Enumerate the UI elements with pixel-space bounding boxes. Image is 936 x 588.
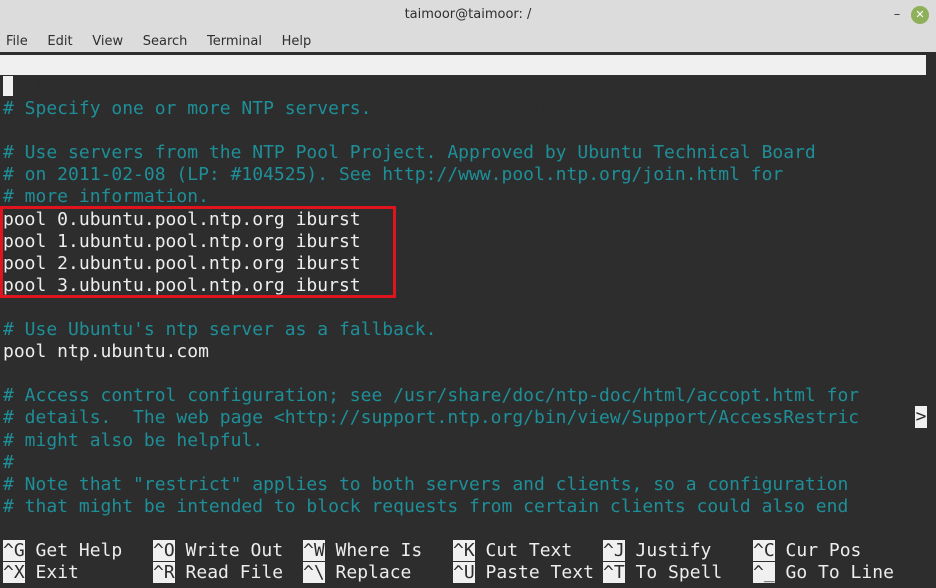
- shortcut-key: ^G: [3, 540, 25, 561]
- shortcut-key: ^_: [753, 562, 775, 583]
- shortcut-label: Get Help: [35, 540, 123, 561]
- shortcut-label: Go To Line: [785, 562, 894, 583]
- menu-bar: File Edit View Search Terminal Help: [0, 30, 936, 52]
- shortcut-item[interactable]: ^K Cut Text: [453, 540, 572, 562]
- window-title: taimoor@taimoor: /: [404, 7, 532, 22]
- comment-line: #: [3, 451, 14, 473]
- shortcut-label: To Spell: [635, 562, 723, 583]
- text-cursor: [3, 76, 13, 96]
- shortcut-label: Justify: [635, 540, 712, 561]
- shortcut-item[interactable]: ^\ Replace: [303, 562, 411, 584]
- shortcut-key: ^J: [603, 540, 625, 561]
- shortcut-key: ^W: [303, 540, 325, 561]
- shortcut-item[interactable]: ^U Paste Text: [453, 562, 594, 584]
- nano-filename: /etc/ntp.conf: [408, 94, 549, 115]
- comment-line: # that might be intended to block reques…: [3, 495, 849, 517]
- shortcut-key: ^T: [603, 562, 625, 583]
- terminal-window: taimoor@taimoor: / – ✕ File Edit View Se…: [0, 0, 936, 588]
- menu-terminal[interactable]: Terminal: [203, 33, 266, 51]
- shortcut-label: Write Out: [185, 540, 284, 561]
- shortcut-label: Paste Text: [485, 562, 594, 583]
- comment-line: # details. The web page <http://support.…: [3, 407, 860, 429]
- shortcut-key: ^K: [453, 540, 475, 561]
- shortcut-item[interactable]: ^W Where Is: [303, 540, 422, 562]
- close-icon[interactable]: ✕: [911, 6, 929, 24]
- config-line: pool ntp.ubuntu.com: [3, 341, 209, 363]
- nano-version: GNU nano 4.8: [26, 74, 157, 95]
- shortcut-item[interactable]: ^O Write Out: [153, 540, 283, 562]
- terminal-content[interactable]: GNU nano 4.8 /etc/ntp.conf # Specify one…: [0, 52, 936, 588]
- shortcut-label: Cur Pos: [785, 540, 862, 561]
- comment-line: # Access control configuration; see /usr…: [3, 385, 860, 407]
- menu-file[interactable]: File: [2, 33, 32, 51]
- line-truncation-marker: >: [915, 406, 927, 428]
- shortcut-key: ^C: [753, 540, 775, 561]
- shortcut-key: ^X: [3, 562, 25, 583]
- menu-help[interactable]: Help: [278, 33, 316, 51]
- minimize-icon[interactable]: –: [888, 6, 906, 24]
- shortcut-label: Cut Text: [485, 540, 573, 561]
- shortcut-item[interactable]: ^C Cur Pos: [753, 540, 861, 562]
- shortcut-item[interactable]: ^J Justify: [603, 540, 711, 562]
- shortcut-label: Exit: [35, 562, 79, 583]
- shortcut-key: ^O: [153, 540, 175, 561]
- menu-search[interactable]: Search: [139, 33, 192, 51]
- shortcut-item[interactable]: ^_ Go To Line: [753, 562, 894, 584]
- comment-line: # Specify one or more NTP servers.: [3, 98, 372, 119]
- shortcut-key: ^U: [453, 562, 475, 583]
- title-bar[interactable]: taimoor@taimoor: / – ✕: [0, 0, 936, 31]
- shortcut-label: Read File: [185, 562, 284, 583]
- comment-line: # Note that "restrict" applies to both s…: [3, 473, 849, 495]
- nano-header: GNU nano 4.8 /etc/ntp.conf: [0, 55, 926, 115]
- highlight-box: [0, 206, 396, 298]
- comment-line: # Use Ubuntu's ntp server as a fallback.: [3, 319, 437, 340]
- menu-edit[interactable]: Edit: [43, 33, 76, 51]
- shortcut-item[interactable]: ^G Get Help: [3, 540, 122, 562]
- shortcut-key: ^\: [303, 562, 325, 583]
- comment-line: # Use servers from the NTP Pool Project.…: [3, 142, 816, 164]
- menu-view[interactable]: View: [88, 33, 127, 51]
- shortcut-item[interactable]: ^T To Spell: [603, 562, 722, 584]
- shortcut-label: Where Is: [335, 540, 423, 561]
- shortcut-item[interactable]: ^R Read File: [153, 562, 283, 584]
- shortcut-item[interactable]: ^X Exit: [3, 562, 79, 584]
- comment-line: # might also be helpful.: [3, 429, 264, 451]
- shortcut-key: ^R: [153, 562, 175, 583]
- shortcut-label: Replace: [335, 562, 412, 583]
- comment-line: # on 2011-02-08 (LP: #104525). See http:…: [3, 164, 784, 186]
